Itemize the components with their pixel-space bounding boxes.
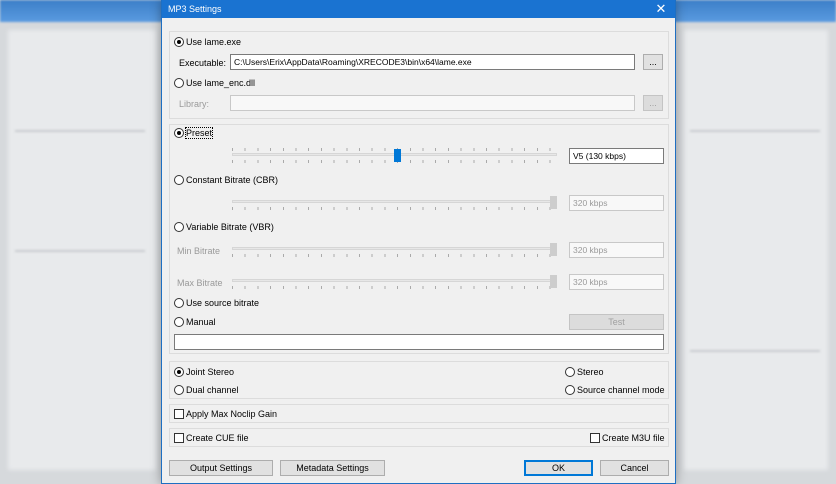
joint-stereo-label: Joint Stereo [186,367,235,377]
cbr-value-field[interactable]: 320 kbps [569,195,664,211]
noclip-label: Apply Max Noclip Gain [186,409,278,419]
noclip-checkbox[interactable] [174,409,184,419]
max-bitrate-slider-ticks [232,286,557,289]
background-line [690,130,820,132]
executable-browse-button[interactable]: ... [643,54,663,70]
metadata-settings-button[interactable]: Metadata Settings [280,460,385,476]
mp3-settings-dialog: MP3 Settings ✕ Use lame.exe Executable: … [161,0,676,484]
library-input[interactable] [230,95,635,111]
executable-input[interactable]: C:\Users\Erix\AppData\Roaming\XRECODE3\b… [230,54,635,70]
joint-stereo-radio[interactable] [174,367,184,377]
max-bitrate-value-field[interactable]: 320 kbps [569,274,664,290]
cue-checkbox[interactable] [174,433,184,443]
max-bitrate-slider-thumb[interactable] [550,275,557,288]
min-bitrate-slider[interactable] [232,242,557,260]
output-files-group: Create CUE file Create M3U file [169,428,669,447]
preset-slider[interactable] [232,148,557,166]
use-lame-exe-label: Use lame.exe [186,37,242,47]
dialog-title: MP3 Settings [168,4,222,14]
dual-channel-radio[interactable] [174,385,184,395]
m3u-label: Create M3U file [602,433,665,443]
source-bitrate-label: Use source bitrate [186,298,260,308]
executable-label: Executable: [179,58,227,68]
max-bitrate-slider[interactable] [232,274,557,292]
min-bitrate-slider-thumb[interactable] [550,243,557,256]
source-channel-label: Source channel mode [577,385,665,395]
cbr-slider-track [232,200,557,203]
source-channel-radio[interactable] [565,385,575,395]
background-line [15,250,145,252]
use-lame-enc-label: Use lame_enc.dll [186,78,256,88]
use-lame-enc-radio[interactable] [174,78,184,88]
vbr-radio[interactable] [174,222,184,232]
max-bitrate-label: Max Bitrate [177,278,223,288]
library-browse-button[interactable]: ... [643,95,663,111]
ok-button[interactable]: OK [524,460,593,476]
stereo-label: Stereo [577,367,604,377]
noclip-group: Apply Max Noclip Gain [169,404,669,423]
cbr-label: Constant Bitrate (CBR) [186,175,279,185]
cue-label: Create CUE file [186,433,249,443]
close-button[interactable]: ✕ [647,0,675,18]
channel-mode-group: Joint Stereo Stereo Dual channel Source … [169,361,669,399]
dual-channel-label: Dual channel [186,385,239,395]
library-label: Library: [179,99,210,109]
background-line [690,350,820,352]
background-right-pane [684,30,828,470]
vbr-label: Variable Bitrate (VBR) [186,222,274,232]
cbr-slider-thumb[interactable] [550,196,557,209]
bitrate-group: Preset V5 (130 kbps) Constant Bitrate (C… [169,124,669,354]
min-bitrate-slider-ticks [232,254,557,257]
cancel-button[interactable]: Cancel [600,460,669,476]
manual-label: Manual [186,317,216,327]
preset-label: Preset [184,127,214,139]
source-bitrate-radio[interactable] [174,298,184,308]
background-line [15,130,145,132]
title-bar: MP3 Settings ✕ [162,0,675,18]
stereo-radio[interactable] [565,367,575,377]
cbr-radio[interactable] [174,175,184,185]
output-settings-button[interactable]: Output Settings [169,460,273,476]
preset-slider-thumb[interactable] [394,149,401,162]
manual-options-input[interactable] [174,334,664,350]
preset-value-field[interactable]: V5 (130 kbps) [569,148,664,164]
m3u-checkbox[interactable] [590,433,600,443]
encoder-group: Use lame.exe Executable: C:\Users\Erix\A… [169,31,669,119]
min-bitrate-slider-track [232,247,557,250]
test-button[interactable]: Test [569,314,664,330]
min-bitrate-label: Min Bitrate [177,246,221,256]
use-lame-exe-radio[interactable] [174,37,184,47]
cbr-slider[interactable] [232,195,557,213]
cbr-slider-ticks [232,207,557,210]
manual-radio[interactable] [174,317,184,327]
max-bitrate-slider-track [232,279,557,282]
min-bitrate-value-field[interactable]: 320 kbps [569,242,664,258]
preset-radio[interactable] [174,128,184,138]
